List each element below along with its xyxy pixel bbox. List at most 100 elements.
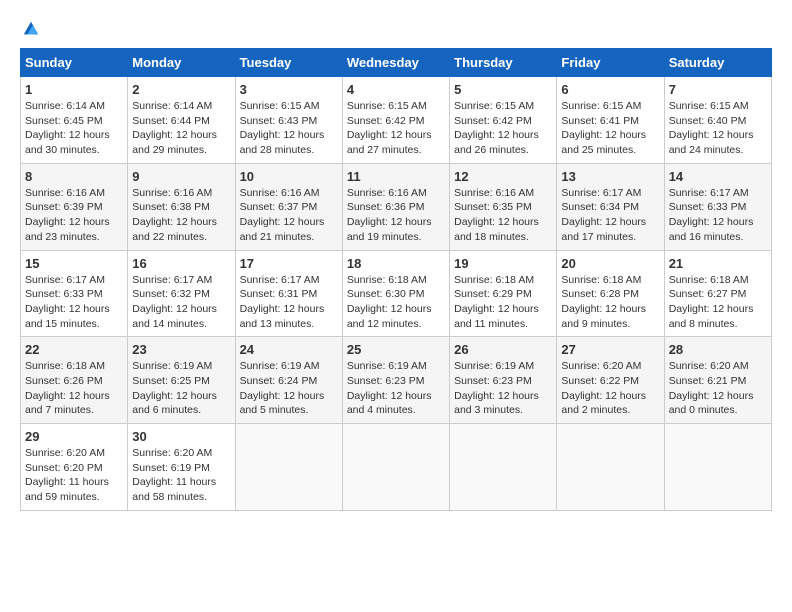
cell-info: Sunrise: 6:18 AM Sunset: 6:29 PM Dayligh…	[454, 273, 552, 332]
logo	[20, 20, 40, 38]
calendar-cell-14: 14Sunrise: 6:17 AM Sunset: 6:33 PM Dayli…	[664, 163, 771, 250]
calendar-week-5: 29 Sunrise: 6:20 AM Sunset: 6:20 PM Dayli…	[21, 424, 772, 511]
calendar-cell-empty	[342, 424, 449, 511]
weekday-header-monday: Monday	[128, 49, 235, 77]
cell-info: Sunrise: 6:17 AM Sunset: 6:32 PM Dayligh…	[132, 273, 230, 332]
calendar-cell-25: 25Sunrise: 6:19 AM Sunset: 6:23 PM Dayli…	[342, 337, 449, 424]
cell-info: Sunrise: 6:15 AM Sunset: 6:40 PM Dayligh…	[669, 99, 767, 158]
cell-info: Sunrise: 6:20 AM Sunset: 6:19 PM Dayligh…	[132, 446, 230, 505]
day-number: 15	[25, 256, 123, 271]
cell-info: Sunrise: 6:15 AM Sunset: 6:41 PM Dayligh…	[561, 99, 659, 158]
cell-info: Sunrise: 6:18 AM Sunset: 6:26 PM Dayligh…	[25, 359, 123, 418]
calendar-week-1: 1 Sunrise: 6:14 AM Sunset: 6:45 PM Daylig…	[21, 77, 772, 164]
calendar-cell-13: 13 Sunrise: 6:17 AM Sunset: 6:34 PM Dayli…	[557, 163, 664, 250]
calendar-cell-empty	[557, 424, 664, 511]
cell-info: Sunrise: 6:15 AM Sunset: 6:43 PM Dayligh…	[240, 99, 338, 158]
calendar-cell-27: 27 Sunrise: 6:20 AM Sunset: 6:22 PM Dayli…	[557, 337, 664, 424]
day-number: 8	[25, 169, 123, 184]
cell-info: Sunrise: 6:17 AM Sunset: 6:31 PM Dayligh…	[240, 273, 338, 332]
day-number: 14	[669, 169, 767, 184]
calendar-cell-15: 15 Sunrise: 6:17 AM Sunset: 6:33 PM Dayli…	[21, 250, 128, 337]
day-number: 3	[240, 82, 338, 97]
day-number: 27	[561, 342, 659, 357]
cell-info: Sunrise: 6:14 AM Sunset: 6:45 PM Dayligh…	[25, 99, 123, 158]
day-number: 1	[25, 82, 123, 97]
weekday-header-saturday: Saturday	[664, 49, 771, 77]
day-number: 19	[454, 256, 552, 271]
calendar-cell-empty	[664, 424, 771, 511]
calendar-cell-30: 30 Sunrise: 6:20 AM Sunset: 6:19 PM Dayli…	[128, 424, 235, 511]
day-number: 22	[25, 342, 123, 357]
day-number: 7	[669, 82, 767, 97]
day-number: 16	[132, 256, 230, 271]
day-number: 12	[454, 169, 552, 184]
day-number: 21	[669, 256, 767, 271]
day-number: 11	[347, 169, 445, 184]
day-number: 29	[25, 429, 123, 444]
day-number: 23	[132, 342, 230, 357]
day-number: 17	[240, 256, 338, 271]
cell-info: Sunrise: 6:19 AM Sunset: 6:24 PM Dayligh…	[240, 359, 338, 418]
day-number: 4	[347, 82, 445, 97]
weekday-header-tuesday: Tuesday	[235, 49, 342, 77]
calendar-cell-6: 6 Sunrise: 6:15 AM Sunset: 6:41 PM Daylig…	[557, 77, 664, 164]
calendar-cell-12: 12 Sunrise: 6:16 AM Sunset: 6:35 PM Dayli…	[450, 163, 557, 250]
day-number: 20	[561, 256, 659, 271]
calendar-cell-5: 5 Sunrise: 6:15 AM Sunset: 6:42 PM Daylig…	[450, 77, 557, 164]
day-number: 30	[132, 429, 230, 444]
cell-info: Sunrise: 6:16 AM Sunset: 6:37 PM Dayligh…	[240, 186, 338, 245]
weekday-header-thursday: Thursday	[450, 49, 557, 77]
calendar-cell-2: 2Sunrise: 6:14 AM Sunset: 6:44 PM Daylig…	[128, 77, 235, 164]
cell-info: Sunrise: 6:16 AM Sunset: 6:39 PM Dayligh…	[25, 186, 123, 245]
cell-info: Sunrise: 6:16 AM Sunset: 6:38 PM Dayligh…	[132, 186, 230, 245]
day-number: 13	[561, 169, 659, 184]
calendar-cell-29: 29 Sunrise: 6:20 AM Sunset: 6:20 PM Dayli…	[21, 424, 128, 511]
calendar-week-4: 22 Sunrise: 6:18 AM Sunset: 6:26 PM Dayli…	[21, 337, 772, 424]
weekday-header-wednesday: Wednesday	[342, 49, 449, 77]
day-number: 5	[454, 82, 552, 97]
calendar-cell-empty	[235, 424, 342, 511]
calendar-cell-10: 10 Sunrise: 6:16 AM Sunset: 6:37 PM Dayli…	[235, 163, 342, 250]
calendar-cell-9: 9 Sunrise: 6:16 AM Sunset: 6:38 PM Daylig…	[128, 163, 235, 250]
calendar-cell-24: 24Sunrise: 6:19 AM Sunset: 6:24 PM Dayli…	[235, 337, 342, 424]
calendar-cell-19: 19 Sunrise: 6:18 AM Sunset: 6:29 PM Dayli…	[450, 250, 557, 337]
cell-info: Sunrise: 6:18 AM Sunset: 6:28 PM Dayligh…	[561, 273, 659, 332]
cell-info: Sunrise: 6:19 AM Sunset: 6:25 PM Dayligh…	[132, 359, 230, 418]
day-number: 28	[669, 342, 767, 357]
calendar-cell-3: 3 Sunrise: 6:15 AM Sunset: 6:43 PM Daylig…	[235, 77, 342, 164]
calendar-cell-empty	[450, 424, 557, 511]
cell-info: Sunrise: 6:17 AM Sunset: 6:33 PM Dayligh…	[25, 273, 123, 332]
logo-icon	[22, 20, 40, 38]
calendar-cell-1: 1 Sunrise: 6:14 AM Sunset: 6:45 PM Daylig…	[21, 77, 128, 164]
day-number: 18	[347, 256, 445, 271]
calendar-cell-18: 18Sunrise: 6:18 AM Sunset: 6:30 PM Dayli…	[342, 250, 449, 337]
calendar-cell-23: 23 Sunrise: 6:19 AM Sunset: 6:25 PM Dayli…	[128, 337, 235, 424]
cell-info: Sunrise: 6:15 AM Sunset: 6:42 PM Dayligh…	[347, 99, 445, 158]
day-number: 9	[132, 169, 230, 184]
page-header	[20, 20, 772, 38]
cell-info: Sunrise: 6:20 AM Sunset: 6:21 PM Dayligh…	[669, 359, 767, 418]
calendar-cell-8: 8 Sunrise: 6:16 AM Sunset: 6:39 PM Daylig…	[21, 163, 128, 250]
cell-info: Sunrise: 6:15 AM Sunset: 6:42 PM Dayligh…	[454, 99, 552, 158]
calendar-cell-28: 28 Sunrise: 6:20 AM Sunset: 6:21 PM Dayli…	[664, 337, 771, 424]
day-number: 6	[561, 82, 659, 97]
calendar-week-2: 8 Sunrise: 6:16 AM Sunset: 6:39 PM Daylig…	[21, 163, 772, 250]
day-number: 10	[240, 169, 338, 184]
calendar-cell-11: 11 Sunrise: 6:16 AM Sunset: 6:36 PM Dayli…	[342, 163, 449, 250]
cell-info: Sunrise: 6:19 AM Sunset: 6:23 PM Dayligh…	[347, 359, 445, 418]
cell-info: Sunrise: 6:19 AM Sunset: 6:23 PM Dayligh…	[454, 359, 552, 418]
cell-info: Sunrise: 6:16 AM Sunset: 6:35 PM Dayligh…	[454, 186, 552, 245]
cell-info: Sunrise: 6:20 AM Sunset: 6:20 PM Dayligh…	[25, 446, 123, 505]
cell-info: Sunrise: 6:20 AM Sunset: 6:22 PM Dayligh…	[561, 359, 659, 418]
calendar-cell-4: 4 Sunrise: 6:15 AM Sunset: 6:42 PM Daylig…	[342, 77, 449, 164]
calendar-table: SundayMondayTuesdayWednesdayThursdayFrid…	[20, 48, 772, 511]
cell-info: Sunrise: 6:14 AM Sunset: 6:44 PM Dayligh…	[132, 99, 230, 158]
day-number: 26	[454, 342, 552, 357]
calendar-cell-17: 17 Sunrise: 6:17 AM Sunset: 6:31 PM Dayli…	[235, 250, 342, 337]
cell-info: Sunrise: 6:16 AM Sunset: 6:36 PM Dayligh…	[347, 186, 445, 245]
cell-info: Sunrise: 6:18 AM Sunset: 6:27 PM Dayligh…	[669, 273, 767, 332]
cell-info: Sunrise: 6:17 AM Sunset: 6:34 PM Dayligh…	[561, 186, 659, 245]
calendar-cell-16: 16 Sunrise: 6:17 AM Sunset: 6:32 PM Dayli…	[128, 250, 235, 337]
calendar-cell-7: 7 Sunrise: 6:15 AM Sunset: 6:40 PM Daylig…	[664, 77, 771, 164]
weekday-header-row: SundayMondayTuesdayWednesdayThursdayFrid…	[21, 49, 772, 77]
